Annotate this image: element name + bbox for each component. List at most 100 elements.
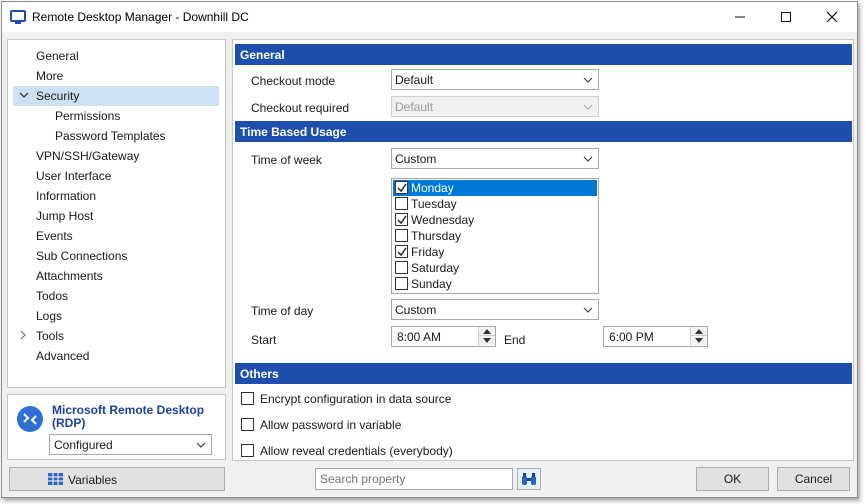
time-of-day-select[interactable]: Custom bbox=[391, 299, 599, 320]
grid-icon bbox=[48, 473, 63, 485]
variables-button[interactable]: Variables bbox=[9, 467, 225, 491]
chevron-down-icon[interactable] bbox=[19, 90, 29, 100]
day-item-sunday[interactable]: Sunday bbox=[393, 276, 597, 292]
chevron-right-icon[interactable] bbox=[18, 330, 28, 340]
sidebar-item-permissions[interactable]: Permissions bbox=[8, 106, 225, 126]
decrement-button[interactable] bbox=[479, 336, 495, 345]
sidebar-item-label: Permissions bbox=[55, 109, 121, 123]
caret-down-icon bbox=[483, 338, 491, 343]
sidebar-item-label: Todos bbox=[36, 289, 69, 303]
end-time-input[interactable]: 6:00 PM bbox=[603, 326, 708, 347]
app-window-icon bbox=[10, 10, 26, 24]
day-item-tuesday[interactable]: Tuesday bbox=[393, 196, 597, 212]
entry-status-select[interactable]: Configured bbox=[49, 434, 212, 455]
chevron-down-icon bbox=[583, 307, 593, 313]
binoculars-icon bbox=[522, 473, 536, 485]
day-item-monday[interactable]: Monday bbox=[393, 180, 597, 196]
close-button[interactable] bbox=[809, 2, 855, 32]
sidebar-item-label: Information bbox=[36, 189, 97, 203]
option-label: Encrypt configuration in data source bbox=[260, 392, 452, 406]
caret-up-icon bbox=[483, 329, 491, 334]
dialog-window: Remote Desktop Manager - Downhill DC Gen… bbox=[1, 1, 858, 498]
close-icon bbox=[826, 11, 838, 23]
day-checkbox[interactable] bbox=[395, 213, 408, 226]
minimize-button[interactable] bbox=[717, 2, 763, 32]
day-item-saturday[interactable]: Saturday bbox=[393, 260, 597, 276]
day-item-wednesday[interactable]: Wednesday bbox=[393, 212, 597, 228]
day-label: Wednesday bbox=[411, 213, 475, 227]
day-checkbox[interactable] bbox=[395, 245, 408, 258]
day-checkbox[interactable] bbox=[395, 277, 408, 290]
checkout-mode-select[interactable]: Default bbox=[391, 69, 599, 90]
day-label: Sunday bbox=[411, 277, 452, 291]
section-title: Others bbox=[240, 367, 279, 381]
day-checkbox[interactable] bbox=[395, 197, 408, 210]
entry-status-value: Configured bbox=[54, 438, 113, 452]
decrement-button[interactable] bbox=[691, 336, 707, 345]
title-bar: Remote Desktop Manager - Downhill DC bbox=[2, 2, 857, 32]
sidebar-item-password-templates[interactable]: Password Templates bbox=[8, 126, 225, 146]
checkout-required-label: Checkout required bbox=[251, 101, 350, 115]
sidebar-item-jump-host[interactable]: Jump Host bbox=[8, 206, 225, 226]
section-title: Time Based Usage bbox=[240, 125, 347, 139]
sidebar-item-user-interface[interactable]: User Interface bbox=[8, 166, 225, 186]
properties-panel: General Checkout mode Default Checkout r… bbox=[232, 39, 854, 461]
sidebar-item-label: Jump Host bbox=[36, 209, 94, 223]
sidebar-item-security[interactable]: Security bbox=[13, 86, 219, 106]
day-label: Friday bbox=[411, 245, 445, 259]
search-property-field[interactable] bbox=[315, 468, 513, 490]
checkmark-icon bbox=[397, 215, 407, 225]
sidebar-item-label: General bbox=[36, 49, 79, 63]
checkout-required-value: Default bbox=[395, 100, 434, 114]
day-item-thursday[interactable]: Thursday bbox=[393, 228, 597, 244]
sidebar-item-events[interactable]: Events bbox=[8, 226, 225, 246]
day-label: Monday bbox=[411, 181, 454, 195]
increment-button[interactable] bbox=[691, 327, 707, 336]
sidebar-item-sub-connections[interactable]: Sub Connections bbox=[8, 246, 225, 266]
time-of-day-value: Custom bbox=[395, 303, 437, 317]
sidebar-item-general[interactable]: General bbox=[8, 46, 225, 66]
caret-up-icon bbox=[695, 329, 703, 334]
sidebar-item-logs[interactable]: Logs bbox=[8, 306, 225, 326]
sidebar-item-attachments[interactable]: Attachments bbox=[8, 266, 225, 286]
section-time-based-usage: Time Based Usage bbox=[235, 121, 852, 142]
option-checkbox[interactable] bbox=[241, 444, 254, 457]
sidebar-item-information[interactable]: Information bbox=[8, 186, 225, 206]
search-input[interactable] bbox=[318, 471, 508, 487]
day-checkbox[interactable] bbox=[395, 261, 408, 274]
option-checkbox[interactable] bbox=[241, 418, 254, 431]
ok-button[interactable]: OK bbox=[696, 467, 769, 491]
sidebar-item-advanced[interactable]: Advanced bbox=[8, 346, 225, 366]
chevron-down-icon bbox=[583, 104, 593, 110]
option-checkbox[interactable] bbox=[241, 392, 254, 405]
start-time-input[interactable]: 8:00 AM bbox=[391, 326, 496, 347]
day-label: Tuesday bbox=[411, 197, 457, 211]
search-button[interactable] bbox=[517, 468, 541, 490]
increment-button[interactable] bbox=[479, 327, 495, 336]
sidebar-item-label: Tools bbox=[36, 329, 65, 343]
start-label: Start bbox=[251, 333, 277, 347]
window-title: Remote Desktop Manager - Downhill DC bbox=[32, 10, 249, 24]
end-time-spinner bbox=[690, 327, 707, 346]
day-checkbox[interactable] bbox=[395, 181, 408, 194]
day-item-friday[interactable]: Friday bbox=[393, 244, 597, 260]
entry-type-name: Microsoft Remote Desktop (RDP) bbox=[52, 403, 205, 430]
sidebar-item-tools[interactable]: Tools bbox=[8, 326, 225, 346]
option-label: Allow reveal credentials (everybody) bbox=[260, 444, 453, 458]
sidebar-item-vpn-ssh-gateway[interactable]: VPN/SSH/Gateway bbox=[8, 146, 225, 166]
cancel-button[interactable]: Cancel bbox=[777, 467, 850, 491]
time-of-week-select[interactable]: Custom bbox=[391, 148, 599, 169]
maximize-button[interactable] bbox=[763, 2, 809, 32]
sidebar-item-label: VPN/SSH/Gateway bbox=[36, 149, 140, 163]
sidebar-item-label: Security bbox=[36, 89, 80, 103]
sidebar-item-label: Password Templates bbox=[55, 129, 166, 143]
sidebar-item-todos[interactable]: Todos bbox=[8, 286, 225, 306]
sidebar-item-label: Logs bbox=[36, 309, 63, 323]
day-checkbox[interactable] bbox=[395, 229, 408, 242]
section-others: Others bbox=[235, 363, 852, 384]
variables-button-label: Variables bbox=[68, 473, 118, 487]
chevron-down-icon bbox=[196, 442, 206, 448]
day-label: Saturday bbox=[411, 261, 460, 275]
sidebar-item-more[interactable]: More bbox=[8, 66, 225, 86]
entry-type-panel: Microsoft Remote Desktop (RDP) Configure… bbox=[7, 394, 226, 460]
